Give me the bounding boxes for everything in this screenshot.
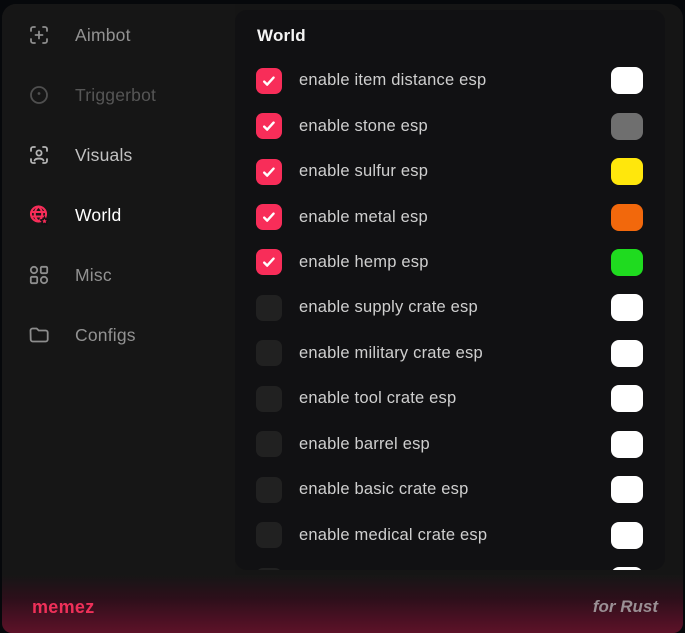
- color-swatch[interactable]: [611, 522, 643, 549]
- esp-checkbox[interactable]: [256, 477, 282, 503]
- brand-label: memez: [32, 597, 95, 618]
- misc-icon: [27, 263, 51, 287]
- color-swatch[interactable]: [611, 567, 643, 570]
- sidebar: Aimbot Triggerbot Visuals World Misc Configs: [2, 4, 235, 575]
- esp-label: enable hemp esp: [299, 253, 611, 272]
- sidebar-item-label: Triggerbot: [75, 85, 156, 106]
- sidebar-item-label: Visuals: [75, 145, 133, 166]
- color-swatch[interactable]: [611, 431, 643, 458]
- sidebar-item-label: Misc: [75, 265, 112, 286]
- esp-label: enable sulfur esp: [299, 162, 611, 181]
- esp-label: enable supply crate esp: [299, 298, 611, 317]
- esp-row: enable metal esp: [235, 194, 665, 239]
- esp-row: enable basic crate esp: [235, 467, 665, 512]
- triggerbot-icon: [27, 83, 51, 107]
- cheat-menu-window: AimbotTriggerbotVisualsWorldMiscConfigs …: [2, 4, 683, 633]
- esp-checkbox[interactable]: [256, 386, 282, 412]
- color-swatch[interactable]: [611, 385, 643, 412]
- sidebar-item-label: World: [75, 205, 121, 226]
- sidebar-item-configs[interactable]: Configs: [2, 305, 235, 365]
- esp-checkbox[interactable]: [256, 568, 282, 570]
- esp-checkbox[interactable]: [256, 204, 282, 230]
- sidebar-item-misc[interactable]: Misc: [2, 245, 235, 305]
- sidebar-item-label: Aimbot: [75, 25, 131, 46]
- sidebar-item-label: Configs: [75, 325, 136, 346]
- sidebar-item-world[interactable]: World: [2, 185, 235, 245]
- esp-row-list: enable item distance esp enable stone esp…: [235, 58, 665, 570]
- color-swatch[interactable]: [611, 294, 643, 321]
- esp-label: enable barrel esp: [299, 435, 611, 454]
- esp-checkbox[interactable]: [256, 249, 282, 275]
- esp-checkbox[interactable]: [256, 159, 282, 185]
- color-swatch[interactable]: [611, 476, 643, 503]
- esp-label: enable stone esp: [299, 117, 611, 136]
- esp-row: enable stone esp: [235, 103, 665, 148]
- esp-row: [235, 558, 665, 570]
- configs-icon: [27, 323, 51, 347]
- sidebar-item-triggerbot[interactable]: Triggerbot: [2, 65, 235, 125]
- esp-label: enable metal esp: [299, 208, 611, 227]
- footer-bar: memez for Rust: [2, 575, 683, 633]
- esp-checkbox[interactable]: [256, 295, 282, 321]
- esp-checkbox[interactable]: [256, 431, 282, 457]
- esp-label: enable military crate esp: [299, 344, 611, 363]
- sidebar-item-aimbot[interactable]: Aimbot: [2, 5, 235, 65]
- color-swatch[interactable]: [611, 113, 643, 140]
- esp-row: enable item distance esp: [235, 58, 665, 103]
- color-swatch[interactable]: [611, 67, 643, 94]
- world-icon: [27, 203, 51, 227]
- color-swatch[interactable]: [611, 204, 643, 231]
- brand-suffix-label: for Rust: [593, 597, 658, 617]
- esp-row: enable military crate esp: [235, 331, 665, 376]
- esp-label: enable basic crate esp: [299, 480, 611, 499]
- aimbot-icon: [27, 23, 51, 47]
- esp-label: enable item distance esp: [299, 71, 611, 90]
- esp-row: enable hemp esp: [235, 240, 665, 285]
- esp-row: enable sulfur esp: [235, 149, 665, 194]
- esp-row: enable medical crate esp: [235, 512, 665, 557]
- esp-label: enable tool crate esp: [299, 389, 611, 408]
- color-swatch[interactable]: [611, 249, 643, 276]
- color-swatch[interactable]: [611, 158, 643, 185]
- esp-row: enable supply crate esp: [235, 285, 665, 330]
- esp-checkbox[interactable]: [256, 68, 282, 94]
- esp-row: enable tool crate esp: [235, 376, 665, 421]
- esp-row: enable barrel esp: [235, 422, 665, 467]
- esp-checkbox[interactable]: [256, 522, 282, 548]
- esp-checkbox[interactable]: [256, 340, 282, 366]
- esp-label: enable medical crate esp: [299, 526, 611, 545]
- esp-checkbox[interactable]: [256, 113, 282, 139]
- world-panel: World enable item distance esp enable sto…: [235, 10, 665, 570]
- visuals-icon: [27, 143, 51, 167]
- panel-title: World: [235, 10, 665, 58]
- sidebar-item-visuals[interactable]: Visuals: [2, 125, 235, 185]
- color-swatch[interactable]: [611, 340, 643, 367]
